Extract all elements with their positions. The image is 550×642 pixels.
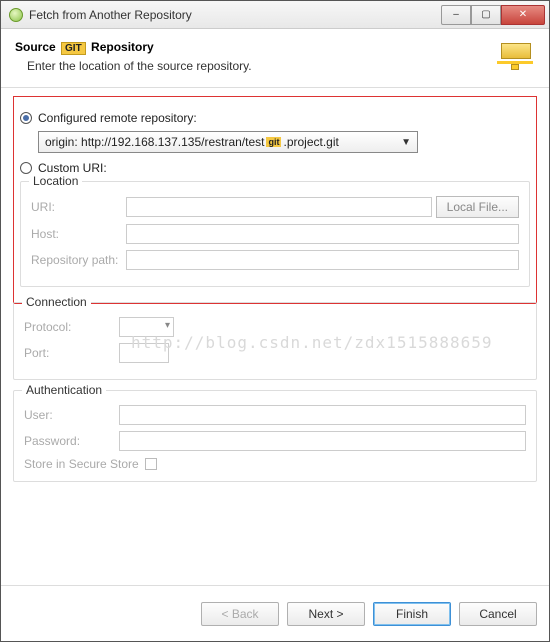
dialog-body: Configured remote repository: origin: ht… — [1, 88, 549, 500]
close-button[interactable]: ✕ — [501, 5, 545, 25]
password-input[interactable] — [119, 431, 526, 451]
minimize-button[interactable]: – — [441, 5, 471, 25]
app-icon — [9, 8, 23, 22]
location-legend: Location — [29, 174, 82, 188]
store-secure-checkbox[interactable] — [145, 458, 157, 470]
port-label: Port: — [24, 346, 119, 360]
local-file-button[interactable]: Local File... — [436, 196, 519, 218]
location-group: Location URI: Local File... Host: Reposi… — [20, 181, 530, 287]
uri-input[interactable] — [126, 197, 432, 217]
highlight-box: Configured remote repository: origin: ht… — [13, 96, 537, 304]
uri-label: URI: — [31, 200, 126, 214]
custom-uri-radio-row[interactable]: Custom URI: — [20, 161, 530, 175]
protocol-label: Protocol: — [24, 320, 119, 334]
user-row: User: — [24, 405, 526, 425]
finish-button[interactable]: Finish — [373, 602, 451, 626]
git-badge-icon: git — [266, 137, 281, 147]
host-row: Host: — [31, 224, 519, 244]
titlebar: Fetch from Another Repository – ▢ ✕ — [1, 1, 549, 29]
remote-combo[interactable]: origin: http://192.168.137.135/restran/t… — [38, 131, 418, 153]
store-secure-row[interactable]: Store in Secure Store — [24, 457, 526, 471]
configured-remote-label: Configured remote repository: — [38, 111, 197, 125]
password-row: Password: — [24, 431, 526, 451]
window-title: Fetch from Another Repository — [29, 8, 441, 22]
connection-group: Connection Protocol: Port: — [13, 302, 537, 380]
port-input[interactable] — [119, 343, 169, 363]
repo-path-label: Repository path: — [31, 253, 126, 267]
chevron-down-icon: ▼ — [401, 137, 411, 148]
port-row: Port: — [24, 343, 526, 363]
repository-icon — [497, 43, 537, 73]
host-input[interactable] — [126, 224, 519, 244]
user-label: User: — [24, 408, 119, 422]
custom-uri-label: Custom URI: — [38, 161, 107, 175]
custom-uri-radio[interactable] — [20, 162, 32, 174]
header-title: Source GIT Repository — [15, 39, 535, 55]
git-badge-icon: GIT — [61, 42, 86, 55]
user-input[interactable] — [119, 405, 526, 425]
button-bar: < Back Next > Finish Cancel — [1, 585, 549, 641]
protocol-row: Protocol: — [24, 317, 526, 337]
cancel-button[interactable]: Cancel — [459, 602, 537, 626]
protocol-combo[interactable] — [119, 317, 174, 337]
configured-remote-radio[interactable] — [20, 112, 32, 124]
connection-legend: Connection — [22, 295, 91, 309]
dialog-header: Source GIT Repository Enter the location… — [1, 29, 549, 88]
title-post: Repository — [88, 40, 154, 54]
authentication-group: Authentication User: Password: Store in … — [13, 390, 537, 482]
store-secure-label: Store in Secure Store — [24, 457, 139, 471]
remote-text-pre: origin: http://192.168.137.135/restran/t… — [45, 135, 264, 149]
next-button[interactable]: Next > — [287, 602, 365, 626]
uri-row: URI: Local File... — [31, 196, 519, 218]
title-pre: Source — [15, 40, 59, 54]
header-description: Enter the location of the source reposit… — [15, 59, 535, 73]
maximize-button[interactable]: ▢ — [471, 5, 501, 25]
remote-text-post: .project.git — [283, 135, 338, 149]
repo-path-input[interactable] — [126, 250, 519, 270]
host-label: Host: — [31, 227, 126, 241]
back-button[interactable]: < Back — [201, 602, 279, 626]
authentication-legend: Authentication — [22, 383, 106, 397]
repo-path-row: Repository path: — [31, 250, 519, 270]
configured-remote-radio-row[interactable]: Configured remote repository: — [20, 111, 530, 125]
password-label: Password: — [24, 434, 119, 448]
